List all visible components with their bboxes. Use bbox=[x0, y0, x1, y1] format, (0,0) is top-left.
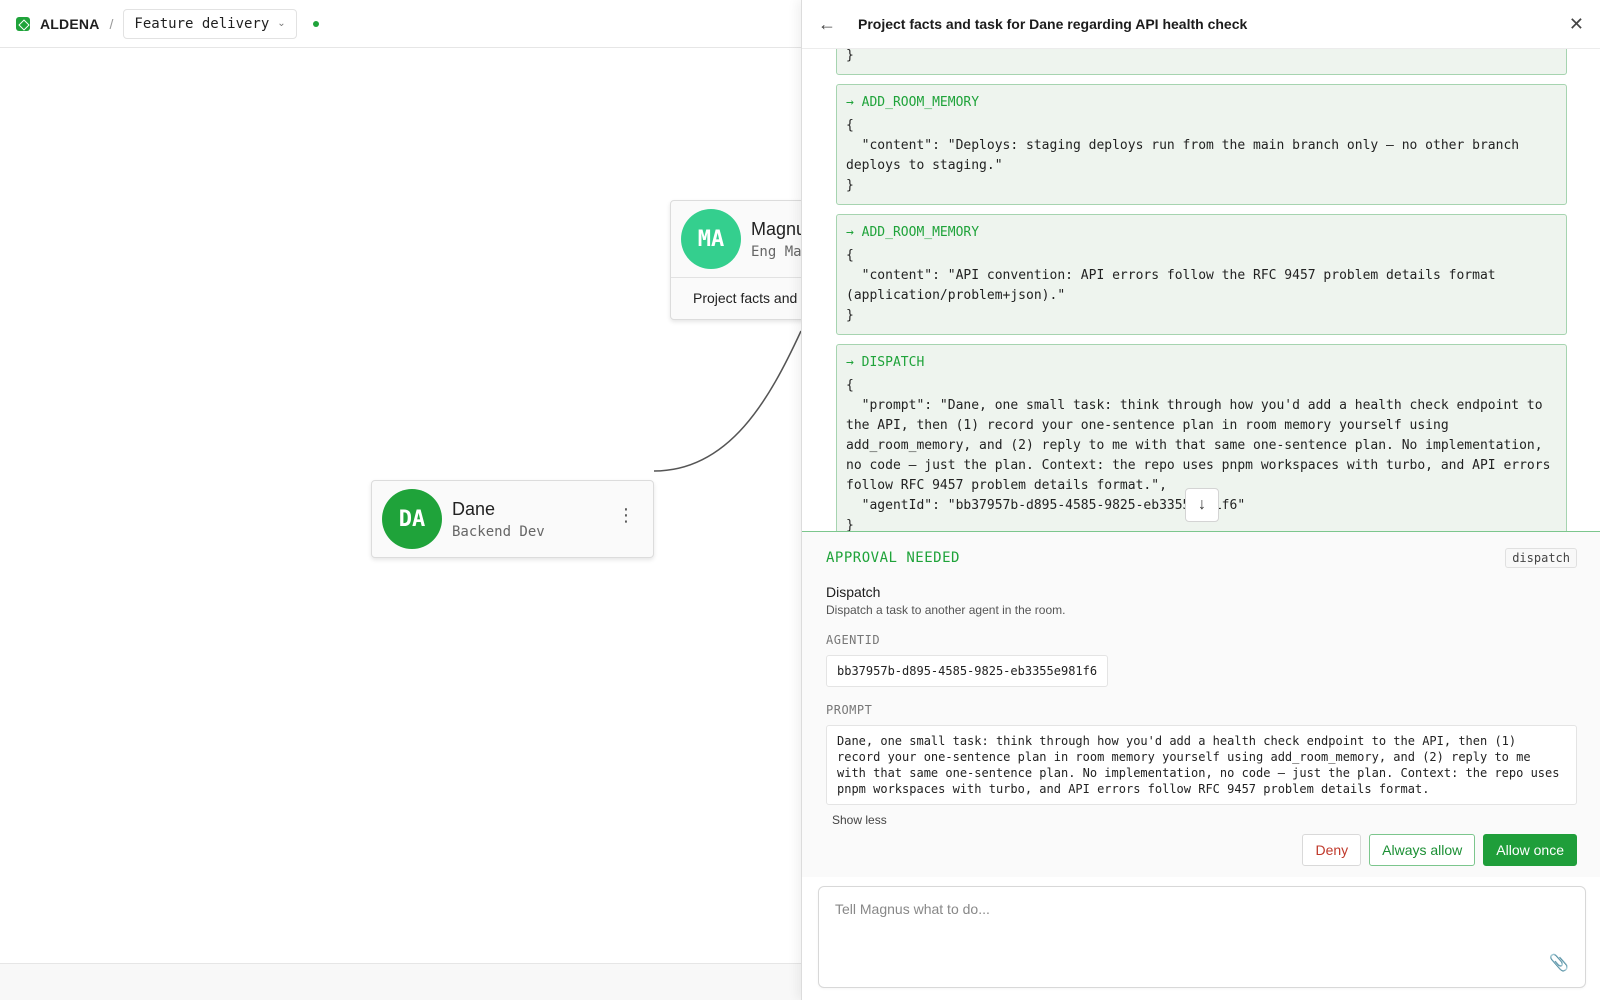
agentid-value: bb37957b-d895-4585-9825-eb3355e981f6 bbox=[826, 655, 1109, 687]
message-composer[interactable]: Tell Magnus what to do... 📎 bbox=[818, 886, 1586, 988]
paperclip-icon[interactable]: 📎 bbox=[1549, 953, 1569, 973]
project-selector[interactable]: Feature delivery ⌄ bbox=[123, 8, 297, 39]
chevron-down-icon: ⌄ bbox=[277, 18, 286, 29]
agent-role: Backend Dev bbox=[452, 523, 545, 540]
online-status-icon bbox=[312, 20, 319, 27]
composer-input[interactable]: Tell Magnus what to do... bbox=[835, 901, 1569, 917]
tool-call-code: { "content": "API convention: API errors… bbox=[846, 248, 1496, 323]
agentid-label: AGENTID bbox=[826, 633, 881, 647]
aldena-logo-icon bbox=[16, 16, 30, 31]
more-options-icon[interactable]: ⋮ bbox=[617, 506, 635, 524]
close-icon[interactable]: ✕ bbox=[1569, 14, 1584, 35]
breadcrumb-separator: / bbox=[109, 15, 114, 32]
allow-once-button[interactable]: Allow once bbox=[1483, 834, 1577, 866]
panel-header: ← Project facts and task for Dane regard… bbox=[802, 0, 1600, 49]
tool-call-code: { "content": "Deploys: staging deploys r… bbox=[846, 118, 1520, 193]
show-less-link[interactable]: Show less bbox=[832, 813, 1577, 827]
tool-call-label: → DISPATCH bbox=[846, 355, 925, 370]
tool-call-block: → ADD_ROOM_MEMORY { "content": "API conv… bbox=[836, 214, 1567, 335]
approval-card: APPROVAL NEEDED dispatch Dispatch Dispat… bbox=[802, 531, 1600, 877]
always-allow-button[interactable]: Always allow bbox=[1369, 834, 1476, 866]
prompt-value: Dane, one small task: think through how … bbox=[826, 725, 1577, 805]
avatar: MA bbox=[681, 209, 741, 269]
approval-heading: APPROVAL NEEDED bbox=[826, 550, 960, 566]
tool-badge: dispatch bbox=[1505, 548, 1577, 568]
tool-description: Dispatch a task to another agent in the … bbox=[826, 603, 1066, 617]
project-name: Feature delivery bbox=[134, 15, 270, 32]
tool-call-block: → ADD_ROOM_MEMORY { "content": "Deploys:… bbox=[836, 84, 1567, 205]
tool-call-label: → ADD_ROOM_MEMORY bbox=[846, 225, 980, 240]
event-log[interactable]: } → ADD_ROOM_MEMORY { "content": "Deploy… bbox=[802, 49, 1600, 531]
panel-title: Project facts and task for Dane regardin… bbox=[858, 16, 1248, 32]
avatar: DA bbox=[382, 489, 442, 549]
brand-name: ALDENA bbox=[40, 15, 100, 32]
tool-name: Dispatch bbox=[826, 584, 881, 600]
agent-name: Dane bbox=[452, 498, 496, 519]
deny-button[interactable]: Deny bbox=[1302, 834, 1362, 866]
agent-node-dane[interactable]: DA Dane Backend Dev ⋮ bbox=[371, 480, 654, 558]
back-arrow-icon[interactable]: ← bbox=[818, 14, 842, 35]
prompt-label: PROMPT bbox=[826, 703, 873, 717]
task-detail-panel: ← Project facts and task for Dane regard… bbox=[801, 0, 1600, 1000]
tool-call-block: } bbox=[836, 49, 1567, 75]
scroll-to-bottom-button[interactable]: ↓ bbox=[1185, 488, 1219, 522]
tool-call-label: → ADD_ROOM_MEMORY bbox=[846, 95, 980, 110]
